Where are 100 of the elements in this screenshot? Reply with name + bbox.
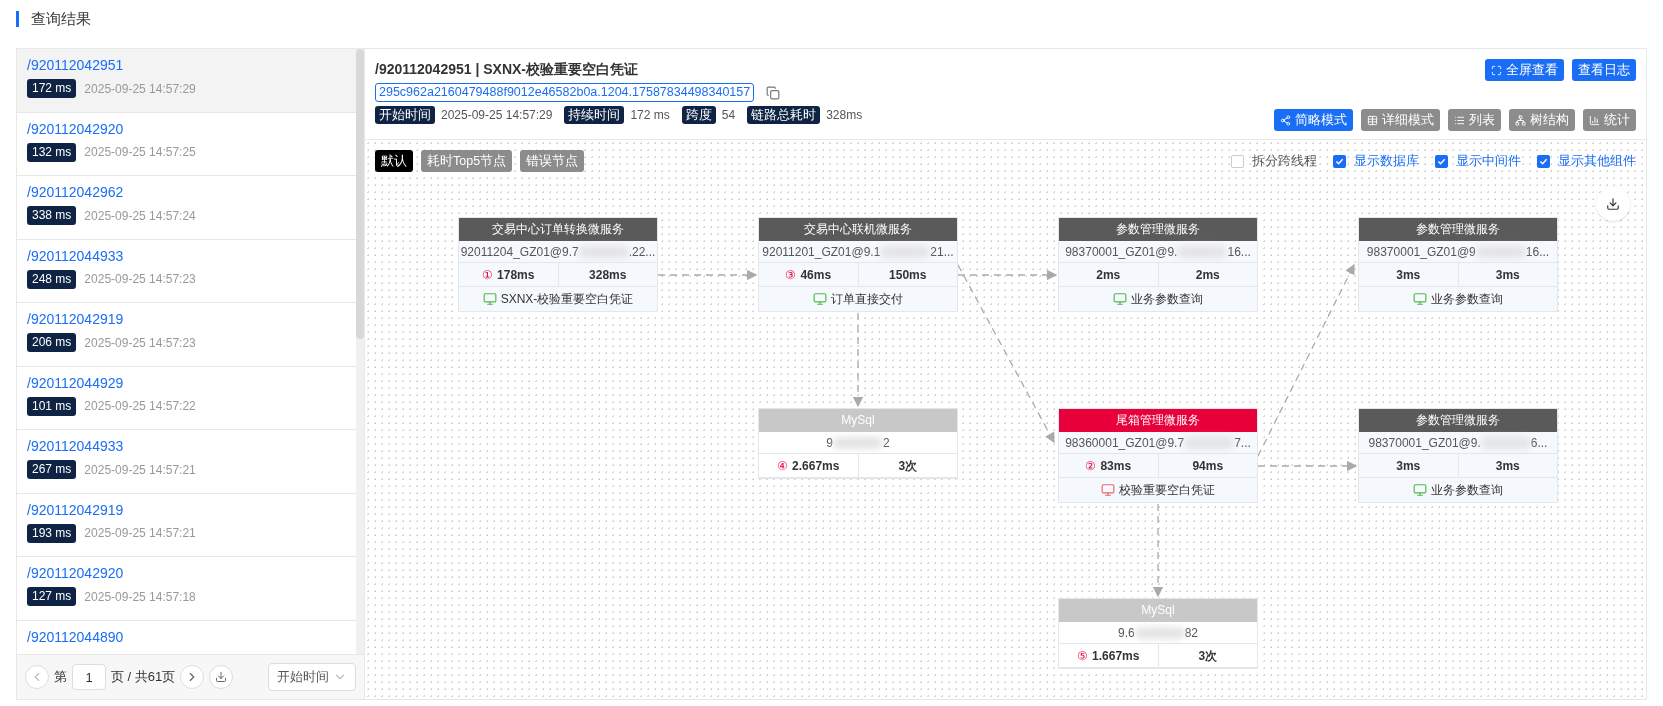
operation-name: 订单直接交付: [831, 291, 903, 308]
result-item[interactable]: /920112042951 172 ms 2025-09-25 14:57:29: [17, 49, 356, 113]
result-time: 2025-09-25 14:57:29: [84, 80, 196, 98]
fullscreen-icon: [1491, 64, 1502, 76]
duration-tag: 127 ms: [27, 587, 77, 606]
result-time: 2025-09-25 14:57:25: [84, 144, 196, 161]
log-button[interactable]: 查看日志: [1572, 59, 1636, 81]
trace-id-field[interactable]: 295c962a2160479488f9012e46582b0a.1204.17587834498340157: [375, 83, 755, 102]
next-page-button[interactable]: [180, 665, 205, 689]
total-time: 150ms: [889, 266, 927, 284]
result-time: 2025-09-25 14:57:21: [84, 525, 196, 542]
result-path: /920112044929: [27, 373, 125, 393]
node-host: 6...: [1530, 434, 1548, 452]
result-path: /920112042919: [27, 310, 125, 329]
service-node[interactable]: 交易中心联机微服务 92011201_GZ01@9.1 21... ③ 46ms 150ms 订单直接交付: [758, 217, 958, 312]
hierarchy-icon: [1515, 114, 1526, 126]
endpoint-icon: [1413, 292, 1427, 306]
node-host: 9.6: [1117, 624, 1135, 642]
node-host: 98370001_GZ01@9.: [1368, 434, 1481, 452]
copy-icon[interactable]: [766, 85, 781, 100]
node-host: 9: [826, 434, 833, 452]
node-title: 参数管理微服务: [1359, 409, 1557, 432]
scrollbar-thumb[interactable]: [356, 49, 364, 339]
endpoint-icon: [1413, 483, 1427, 497]
total-time: 3ms: [1495, 266, 1520, 284]
duration-tag: 267 ms: [27, 460, 77, 479]
operation-name: 业务参数查询: [1431, 482, 1503, 499]
checkbox[interactable]: [1333, 154, 1346, 168]
node-host: 98360001_GZ01@9.7: [1065, 434, 1185, 452]
bar-chart-icon: [1589, 114, 1600, 126]
operation-name: 业务参数查询: [1131, 291, 1203, 308]
node-host: .22...: [628, 243, 656, 261]
checkbox-label: 显示中间件: [1456, 152, 1521, 171]
view-mode-tab[interactable]: 简略模式: [1274, 109, 1353, 131]
rank-number: ④: [777, 457, 789, 475]
meta-value: 2025-09-25 14:57:29: [441, 107, 553, 124]
rank-number: ①: [482, 266, 494, 284]
service-node[interactable]: 参数管理微服务 98370001_GZ01@9. 6... 3ms 3ms 业务参数查询: [1358, 408, 1558, 503]
meta-value: 328ms: [826, 107, 863, 124]
rank-number: ⑤: [1077, 647, 1089, 665]
endpoint-icon: [813, 292, 827, 306]
node-host: 92011201_GZ01@9.1: [762, 243, 881, 261]
duration-tag: 132 ms: [27, 142, 77, 162]
result-path: /920112042951: [27, 56, 125, 75]
meta-value: 54: [721, 107, 736, 124]
node-host: 7...: [1234, 434, 1251, 452]
service-node[interactable]: 尾箱管理微服务 98360001_GZ01@9.7 7... ② 83ms 94ms 校验重要空白凭证: [1058, 408, 1258, 503]
total-time: 94ms: [1192, 457, 1224, 475]
endpoint-icon: [1101, 483, 1115, 497]
endpoint-icon: [482, 292, 497, 306]
total-time: 328ms: [589, 266, 627, 284]
duration-tag: 101 ms: [27, 396, 77, 416]
download-button[interactable]: [1596, 187, 1630, 221]
check-icon: [1539, 156, 1548, 166]
result-time: 2025-09-25 14:57:21: [84, 461, 196, 479]
node-title: 参数管理微服务: [1059, 218, 1257, 241]
meta-label: 链路总耗时: [747, 106, 821, 124]
self-time: 83ms: [1100, 457, 1132, 475]
node-title: 交易中心联机微服务: [759, 218, 957, 241]
self-time: 2.667ms: [792, 457, 840, 475]
meta-label: 持续时间: [564, 106, 625, 124]
share-icon: [1280, 114, 1291, 126]
check-icon: [1335, 156, 1344, 166]
sort-dropdown[interactable]: 开始时间: [268, 663, 356, 691]
page-input[interactable]: 1: [72, 664, 106, 690]
result-path: /920112044933: [27, 437, 125, 456]
redaction-blur: [1134, 626, 1185, 639]
download-button[interactable]: [209, 665, 234, 689]
meta-label: 跨度: [681, 106, 716, 124]
node-host: 98370001_GZ01@9.: [1065, 243, 1178, 261]
endpoint-icon: [1113, 292, 1127, 306]
self-time: 1.667ms: [1092, 647, 1140, 665]
self-time: 178ms: [497, 266, 535, 284]
rank-number: ②: [1085, 457, 1097, 475]
node-host: 98370001_GZ01@9: [1366, 243, 1476, 261]
operation-name: 业务参数查询: [1431, 291, 1503, 308]
download-icon: [215, 671, 228, 683]
duration-tag: 248 ms: [27, 269, 77, 289]
filter-tab[interactable]: 默认: [375, 150, 413, 172]
list-icon: [1454, 114, 1465, 126]
meta-label: 开始时间: [375, 106, 435, 124]
result-path: /920112042920: [27, 119, 125, 139]
operation-name: SXNX-校验重要空白凭证: [500, 291, 634, 308]
service-node[interactable]: 交易中心订单转换微服务 92011204_GZ01@9.7 .22... ① 178ms 328ms SXNX-校验重要空白凭证: [458, 217, 658, 312]
service-node[interactable]: 参数管理微服务 98370001_GZ01@9. 16... 2ms 2ms 业务参数查询: [1058, 217, 1258, 312]
checkbox[interactable]: [1231, 154, 1244, 168]
result-time: 2025-09-25 14:57:18: [84, 588, 196, 606]
self-time: 46ms: [800, 266, 832, 284]
result-path: /920112044890: [27, 627, 125, 647]
node-host: 16...: [1525, 243, 1550, 261]
checkbox[interactable]: [1435, 154, 1448, 168]
service-node[interactable]: 参数管理微服务 98370001_GZ01@9 16... 3ms 3ms 业务参数查询: [1358, 217, 1558, 312]
self-time: 2ms: [1096, 266, 1121, 284]
table-icon: [1367, 114, 1378, 126]
total-time: 2ms: [1195, 266, 1220, 284]
duration-tag: 193 ms: [27, 523, 77, 543]
checkbox[interactable]: [1537, 154, 1550, 168]
fullscreen-button[interactable]: 全屏查看: [1485, 59, 1564, 81]
result-time: 2025-09-25 14:57:23: [84, 271, 196, 288]
node-title: 交易中心订单转换微服务: [459, 218, 657, 241]
